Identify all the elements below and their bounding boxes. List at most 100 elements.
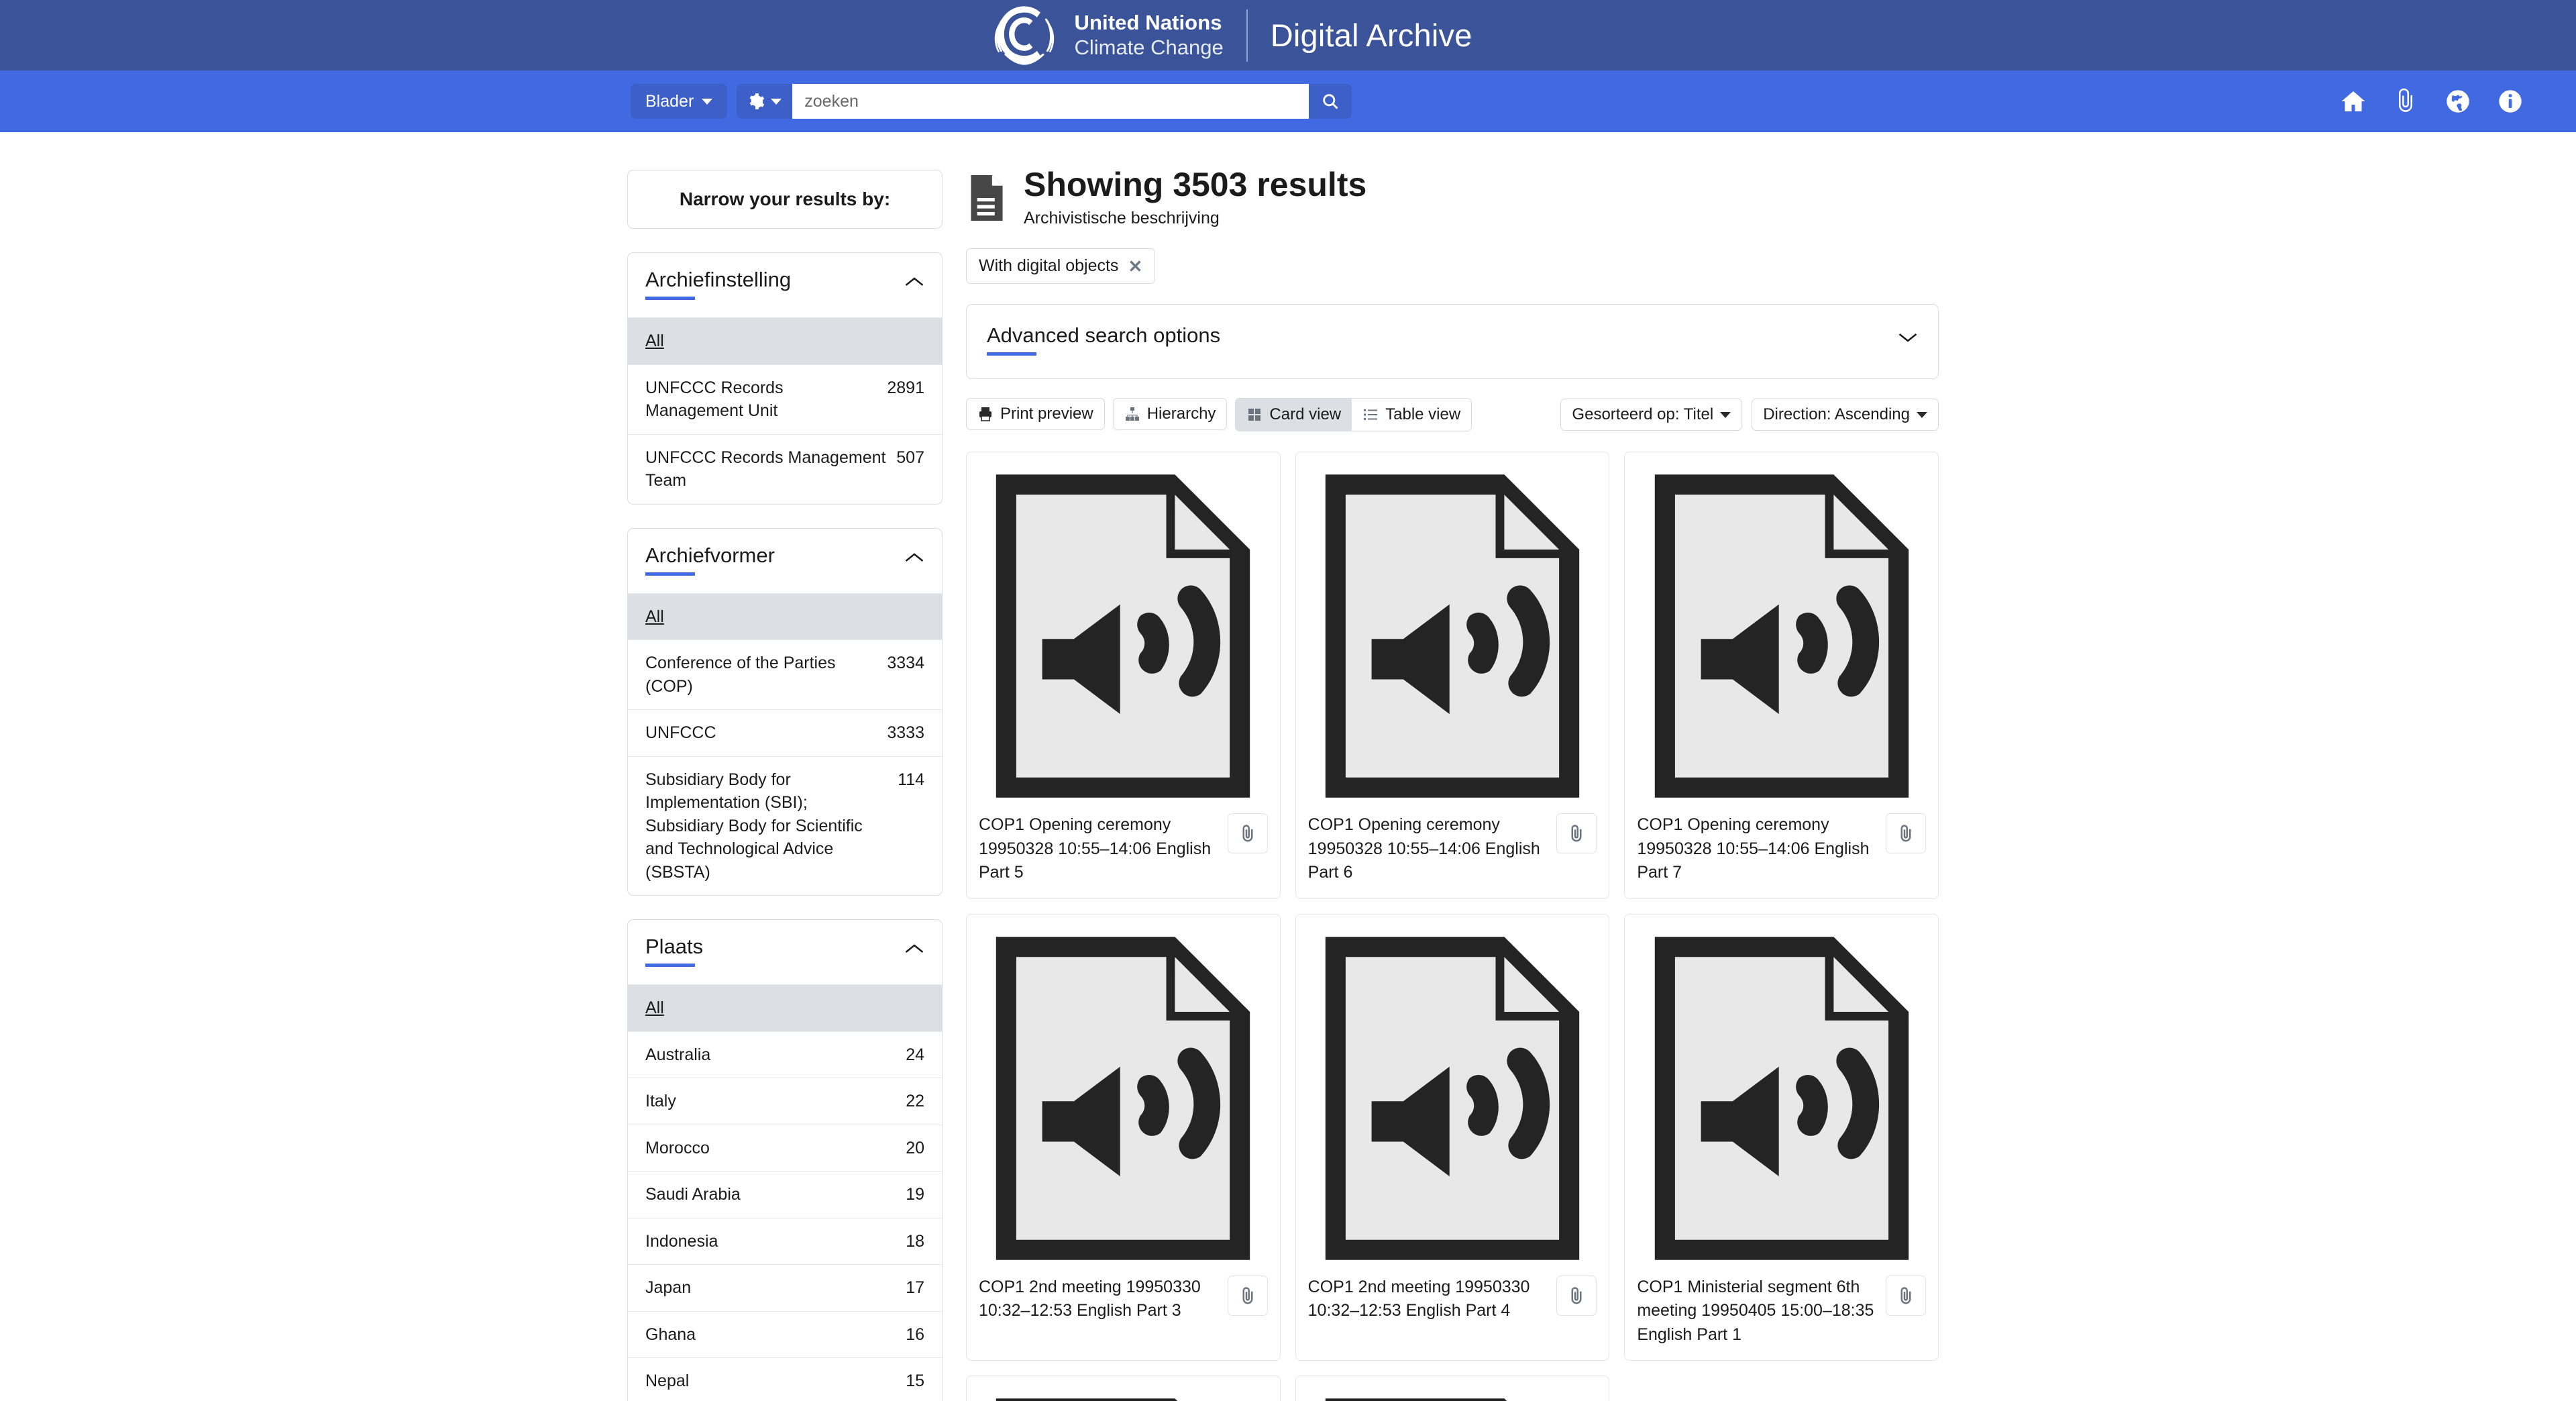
print-preview-button[interactable]: Print preview: [966, 398, 1105, 430]
facet-option[interactable]: Australia 24: [628, 1031, 942, 1078]
nav-icon-group: [2340, 70, 2524, 132]
card-attachment-button[interactable]: [1556, 813, 1597, 853]
card-title: COP1 2nd meeting 19950330 10:32–12:53 En…: [1308, 1276, 1548, 1323]
paperclip-icon[interactable]: [2392, 88, 2419, 115]
facet-option[interactable]: Indonesia 18: [628, 1218, 942, 1265]
chevron-up-icon: [904, 943, 924, 955]
facet-option[interactable]: Morocco 20: [628, 1125, 942, 1172]
sort-by-dropdown[interactable]: Gesorteerd op: Titel: [1560, 399, 1742, 431]
facet-option-label: Australia: [645, 1043, 896, 1067]
table-view-label: Table view: [1385, 405, 1460, 424]
home-icon[interactable]: [2340, 88, 2367, 115]
facet-option[interactable]: Saudi Arabia 19: [628, 1171, 942, 1218]
facet-option-label: Conference of the Parties (COP): [645, 652, 877, 698]
card-thumbnail[interactable]: [1308, 464, 1597, 813]
search-submit-button[interactable]: [1309, 84, 1352, 119]
facet-option-label: All: [645, 996, 915, 1020]
card-view-button[interactable]: Card view: [1236, 399, 1352, 431]
hierarchy-button[interactable]: Hierarchy: [1113, 398, 1228, 430]
app-title: Digital Archive: [1271, 17, 1472, 54]
facet-option[interactable]: Nepal 15: [628, 1357, 942, 1401]
sort-direction-label: Direction: Ascending: [1763, 405, 1910, 424]
card-thumbnail[interactable]: [979, 927, 1268, 1276]
narrow-results-panel: Narrow your results by:: [627, 170, 943, 229]
card-thumbnail[interactable]: [1637, 927, 1926, 1276]
chevron-up-icon: [904, 276, 924, 288]
browse-button[interactable]: Blader: [631, 84, 727, 119]
results-card-grid: COP1 Opening ceremony 19950328 10:55–14:…: [966, 452, 1939, 1401]
results-toolbar: Print preview Hierarchy Card view: [966, 398, 1939, 431]
card-footer: COP1 Ministerial segment 6th meeting 199…: [1637, 1276, 1926, 1347]
result-card[interactable]: [1295, 1376, 1610, 1401]
result-card[interactable]: COP1 2nd meeting 19950330 10:32–12:53 En…: [966, 914, 1281, 1361]
card-attachment-button[interactable]: [1228, 1276, 1268, 1316]
globe-icon[interactable]: [2445, 88, 2471, 115]
card-thumbnail[interactable]: [979, 464, 1268, 813]
paperclip-icon: [1238, 1286, 1258, 1306]
facet-option[interactable]: Italy 22: [628, 1078, 942, 1125]
facet-option[interactable]: Conference of the Parties (COP) 3334: [628, 639, 942, 709]
result-card[interactable]: COP1 2nd meeting 19950330 10:32–12:53 En…: [1295, 914, 1610, 1361]
sort-controls: Gesorteerd op: Titel Direction: Ascendin…: [1560, 399, 1939, 431]
card-attachment-button[interactable]: [1556, 1276, 1597, 1316]
audio-document-icon: [979, 1392, 1267, 1401]
facet-option-label: Nepal: [645, 1369, 896, 1393]
card-footer: COP1 2nd meeting 19950330 10:32–12:53 En…: [1308, 1276, 1597, 1323]
facet-header[interactable]: Archiefvormer: [628, 529, 942, 593]
paperclip-icon: [1238, 823, 1258, 843]
facet-option[interactable]: Subsidiary Body for Implementation (SBI)…: [628, 756, 942, 896]
facet-header[interactable]: Archiefinstelling: [628, 253, 942, 317]
result-card[interactable]: [966, 1376, 1281, 1401]
facet-option-label: All: [645, 605, 915, 629]
facet-option-count: 22: [906, 1090, 924, 1113]
table-view-button[interactable]: Table view: [1352, 399, 1471, 431]
chevron-down-icon: [1898, 331, 1918, 344]
brand-line-2: Climate Change: [1074, 36, 1223, 60]
facet-header[interactable]: Plaats: [628, 920, 942, 984]
facet-option[interactable]: UNFCCC 3333: [628, 709, 942, 756]
hierarchy-label: Hierarchy: [1147, 405, 1216, 423]
advanced-search-panel[interactable]: Advanced search options: [966, 304, 1939, 379]
facet-title: Archiefinstelling: [645, 268, 791, 300]
facet-option[interactable]: UNFCCC Records Management Unit 2891: [628, 364, 942, 434]
card-title: COP1 Opening ceremony 19950328 10:55–14:…: [1308, 813, 1548, 885]
result-card[interactable]: COP1 Opening ceremony 19950328 10:55–14:…: [1295, 452, 1610, 899]
result-card[interactable]: COP1 Opening ceremony 19950328 10:55–14:…: [966, 452, 1281, 899]
facet-option[interactable]: Japan 17: [628, 1264, 942, 1311]
facet-option-count: 20: [906, 1137, 924, 1160]
facet-option-all[interactable]: All: [628, 984, 942, 1031]
facet-option-all[interactable]: All: [628, 317, 942, 364]
facet-option-all[interactable]: All: [628, 593, 942, 640]
facet-option-count: 17: [906, 1276, 924, 1300]
facet-option-label: Japan: [645, 1276, 896, 1300]
view-mode-segment: Card view Table view: [1235, 398, 1472, 431]
page-title: Showing 3503 results: [1024, 166, 1366, 203]
search-settings-button[interactable]: [737, 84, 792, 119]
facet-option[interactable]: Ghana 16: [628, 1311, 942, 1358]
card-attachment-button[interactable]: [1228, 813, 1268, 853]
card-attachment-button[interactable]: [1886, 813, 1926, 853]
close-icon[interactable]: ✕: [1128, 258, 1142, 275]
facet-archiefvormer: Archiefvormer All Conference of the Part…: [627, 528, 943, 896]
audio-document-icon: [979, 468, 1267, 804]
card-thumbnail[interactable]: [979, 1388, 1268, 1401]
facet-option-count: 114: [898, 768, 924, 792]
card-attachment-button[interactable]: [1886, 1276, 1926, 1316]
card-thumbnail[interactable]: [1637, 464, 1926, 813]
result-card[interactable]: COP1 Ministerial segment 6th meeting 199…: [1624, 914, 1939, 1361]
card-title: COP1 Ministerial segment 6th meeting 199…: [1637, 1276, 1876, 1347]
sort-direction-dropdown[interactable]: Direction: Ascending: [1752, 399, 1939, 431]
result-card[interactable]: COP1 Opening ceremony 19950328 10:55–14:…: [1624, 452, 1939, 899]
card-thumbnail[interactable]: [1308, 1388, 1597, 1401]
card-view-label: Card view: [1269, 405, 1341, 424]
facet-option-label: UNFCCC Records Management Team: [645, 446, 887, 492]
card-thumbnail[interactable]: [1308, 927, 1597, 1276]
facet-option-count: 15: [906, 1369, 924, 1393]
page-body: Narrow your results by: Archiefinstellin…: [0, 132, 2576, 1401]
facet-option[interactable]: UNFCCC Records Management Team 507: [628, 434, 942, 504]
info-icon[interactable]: [2497, 88, 2524, 115]
list-icon: [1362, 407, 1379, 423]
filter-chip-with-digital-objects[interactable]: With digital objects ✕: [966, 248, 1155, 284]
search-input[interactable]: [792, 84, 1309, 119]
advanced-search-title: Advanced search options: [987, 323, 1220, 356]
